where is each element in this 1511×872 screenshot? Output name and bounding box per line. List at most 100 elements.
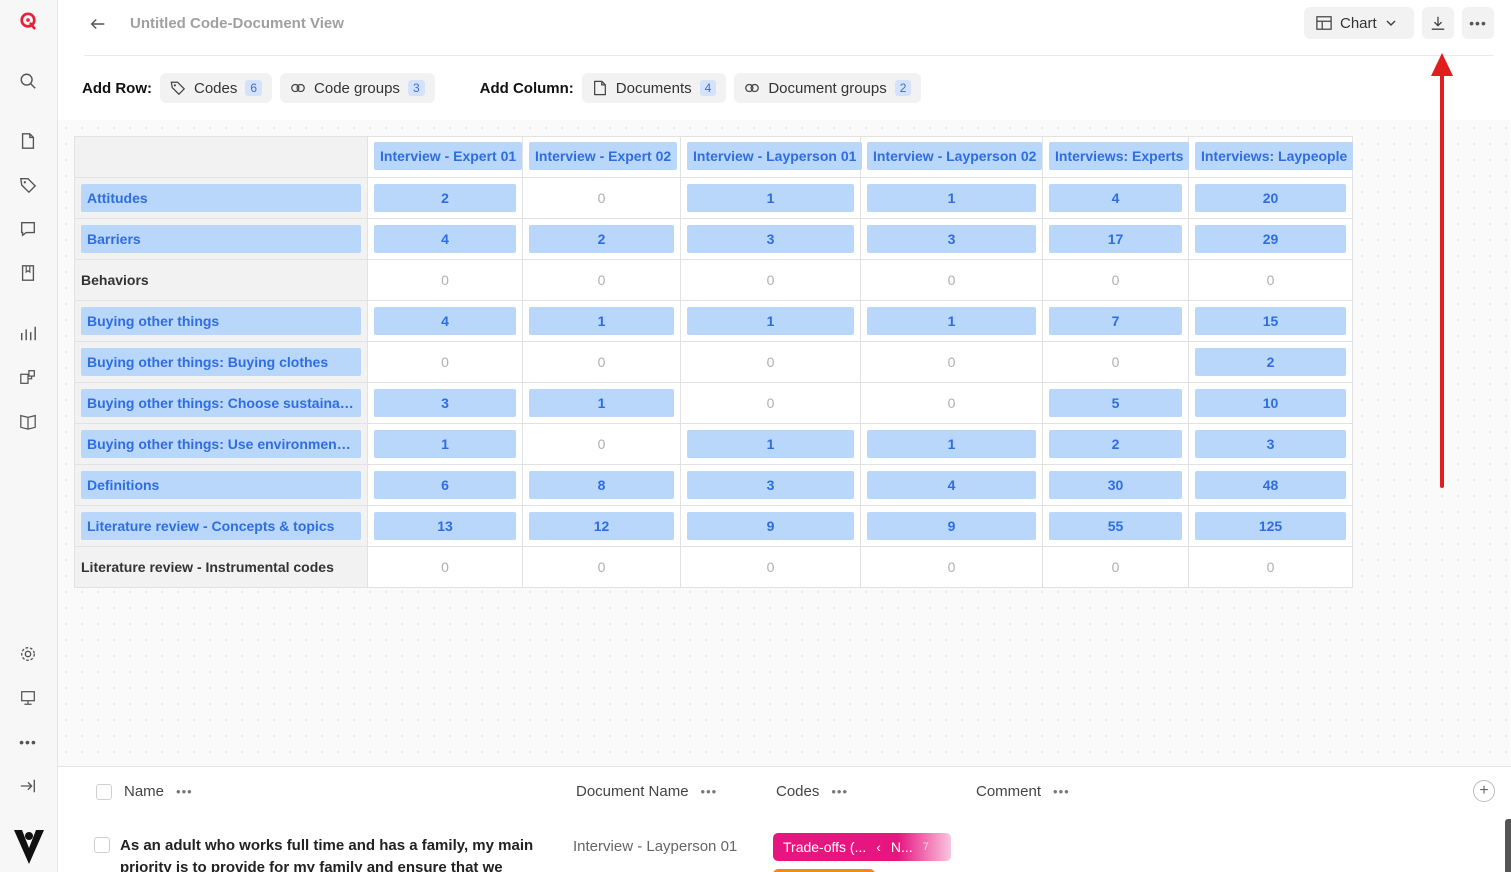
matrix-cell[interactable]: 0 — [680, 259, 861, 301]
matrix-cell[interactable]: 0 — [522, 546, 681, 588]
add-column-documents-button[interactable]: Documents 4 — [581, 73, 727, 103]
select-all-checkbox[interactable] — [96, 784, 112, 800]
matrix-cell[interactable]: 4 — [860, 464, 1043, 506]
matrix-cell[interactable]: 5 — [1042, 382, 1189, 424]
document-icon[interactable] — [17, 130, 39, 152]
matrix-cell[interactable]: 3 — [680, 218, 861, 260]
matrix-cell[interactable]: 7 — [1042, 300, 1189, 342]
presentation-icon[interactable] — [17, 687, 39, 709]
matrix-cell[interactable]: 0 — [522, 177, 681, 219]
matrix-row-header[interactable]: Definitions — [74, 464, 368, 506]
matrix-cell[interactable]: 0 — [367, 259, 523, 301]
download-button[interactable] — [1422, 7, 1454, 39]
matrix-cell[interactable]: 0 — [680, 382, 861, 424]
matrix-cell[interactable]: 2 — [1042, 423, 1189, 465]
document-column-menu-icon[interactable]: ••• — [701, 784, 718, 799]
matrix-cell[interactable]: 1 — [860, 423, 1043, 465]
column-header-name[interactable]: Name ••• — [124, 783, 193, 800]
book-icon[interactable] — [17, 410, 39, 432]
collapse-sidebar-icon[interactable] — [17, 775, 39, 797]
chart-view-dropdown[interactable]: Chart — [1304, 7, 1414, 39]
matrix-row-header[interactable]: Buying other things — [74, 300, 368, 342]
matrix-cell[interactable]: 125 — [1188, 505, 1353, 547]
matrix-cell[interactable]: 2 — [367, 177, 523, 219]
matrix-row-header[interactable]: Buying other things: Choose sustainabl..… — [74, 382, 368, 424]
matrix-cell[interactable]: 1 — [860, 177, 1043, 219]
quotation-text[interactable]: As an adult who works full time and has … — [120, 835, 540, 872]
gear-icon[interactable] — [17, 643, 39, 665]
network-icon[interactable] — [17, 366, 39, 388]
add-column-button[interactable]: + — [1473, 780, 1495, 802]
matrix-row-header[interactable]: Behaviors — [74, 259, 368, 301]
matrix-cell[interactable]: 3 — [367, 382, 523, 424]
page-title[interactable]: Untitled Code-Document View — [130, 15, 344, 32]
search-icon[interactable] — [17, 70, 39, 92]
matrix-row-header[interactable]: Buying other things: Use environmentall.… — [74, 423, 368, 465]
name-column-menu-icon[interactable]: ••• — [176, 784, 193, 799]
matrix-cell[interactable]: 17 — [1042, 218, 1189, 260]
comment-column-menu-icon[interactable]: ••• — [1053, 784, 1070, 799]
comment-icon[interactable] — [17, 218, 39, 240]
matrix-cell[interactable]: 13 — [367, 505, 523, 547]
matrix-column-header[interactable]: Interviews: Laypeople — [1188, 136, 1354, 178]
matrix-cell[interactable]: 4 — [367, 300, 523, 342]
matrix-column-header[interactable]: Interview - Expert 01 — [367, 136, 523, 178]
matrix-cell[interactable]: 0 — [860, 546, 1043, 588]
matrix-cell[interactable]: 0 — [1188, 546, 1353, 588]
matrix-column-header[interactable]: Interviews: Experts — [1042, 136, 1190, 178]
matrix-column-header[interactable]: Interview - Layperson 01 — [680, 136, 863, 178]
matrix-cell[interactable]: 0 — [860, 341, 1043, 383]
matrix-cell[interactable]: 10 — [1188, 382, 1353, 424]
add-row-code-groups-button[interactable]: Code groups 3 — [280, 73, 435, 103]
matrix-cell[interactable]: 0 — [680, 546, 861, 588]
matrix-column-header[interactable]: Interview - Expert 02 — [522, 136, 681, 178]
matrix-cell[interactable]: 1 — [680, 423, 861, 465]
column-header-codes[interactable]: Codes ••• — [776, 783, 848, 800]
column-header-document[interactable]: Document Name ••• — [576, 783, 717, 800]
more-options-icon[interactable]: ••• — [17, 731, 39, 753]
row-checkbox[interactable] — [94, 837, 110, 853]
matrix-row-header[interactable]: Literature review - Instrumental codes — [74, 546, 368, 588]
matrix-cell[interactable]: 4 — [367, 218, 523, 260]
matrix-cell[interactable]: 4 — [1042, 177, 1189, 219]
matrix-cell[interactable]: 15 — [1188, 300, 1353, 342]
matrix-cell[interactable]: 1 — [680, 300, 861, 342]
matrix-cell[interactable]: 8 — [522, 464, 681, 506]
matrix-cell[interactable]: 0 — [860, 259, 1043, 301]
matrix-cell[interactable]: 1 — [860, 300, 1043, 342]
matrix-row-header[interactable]: Attitudes — [74, 177, 368, 219]
matrix-cell[interactable]: 1 — [522, 300, 681, 342]
app-logo-icon[interactable] — [17, 10, 39, 32]
matrix-cell[interactable]: 0 — [522, 423, 681, 465]
matrix-cell[interactable]: 9 — [860, 505, 1043, 547]
matrix-cell[interactable]: 0 — [522, 341, 681, 383]
code-tag-trade-offs[interactable]: Trade-offs (... ‹ N... 7 — [773, 833, 951, 861]
matrix-cell[interactable]: 20 — [1188, 177, 1353, 219]
matrix-cell[interactable]: 2 — [1188, 341, 1353, 383]
matrix-cell[interactable]: 0 — [1042, 259, 1189, 301]
matrix-cell[interactable]: 3 — [860, 218, 1043, 260]
matrix-cell[interactable]: 2 — [522, 218, 681, 260]
matrix-cell[interactable]: 6 — [367, 464, 523, 506]
matrix-cell[interactable]: 0 — [1188, 259, 1353, 301]
matrix-cell[interactable]: 3 — [1188, 423, 1353, 465]
matrix-row-header[interactable]: Literature review - Concepts & topics — [74, 505, 368, 547]
back-button[interactable] — [86, 12, 110, 36]
matrix-cell[interactable]: 48 — [1188, 464, 1353, 506]
matrix-cell[interactable]: 0 — [522, 259, 681, 301]
matrix-cell[interactable]: 1 — [680, 177, 861, 219]
matrix-column-header[interactable]: Interview - Layperson 02 — [860, 136, 1043, 178]
add-row-codes-button[interactable]: Codes 6 — [159, 73, 273, 103]
matrix-cell[interactable]: 30 — [1042, 464, 1189, 506]
matrix-cell[interactable]: 3 — [680, 464, 861, 506]
matrix-row-header[interactable]: Buying other things: Buying clothes — [74, 341, 368, 383]
add-column-document-groups-button[interactable]: Document groups 2 — [734, 73, 922, 103]
matrix-cell[interactable]: 55 — [1042, 505, 1189, 547]
column-header-comment[interactable]: Comment ••• — [976, 783, 1070, 800]
matrix-cell[interactable]: 29 — [1188, 218, 1353, 260]
matrix-cell[interactable]: 0 — [1042, 546, 1189, 588]
matrix-cell[interactable]: 1 — [367, 423, 523, 465]
matrix-cell[interactable]: 0 — [367, 546, 523, 588]
matrix-cell[interactable]: 12 — [522, 505, 681, 547]
matrix-cell[interactable]: 0 — [1042, 341, 1189, 383]
